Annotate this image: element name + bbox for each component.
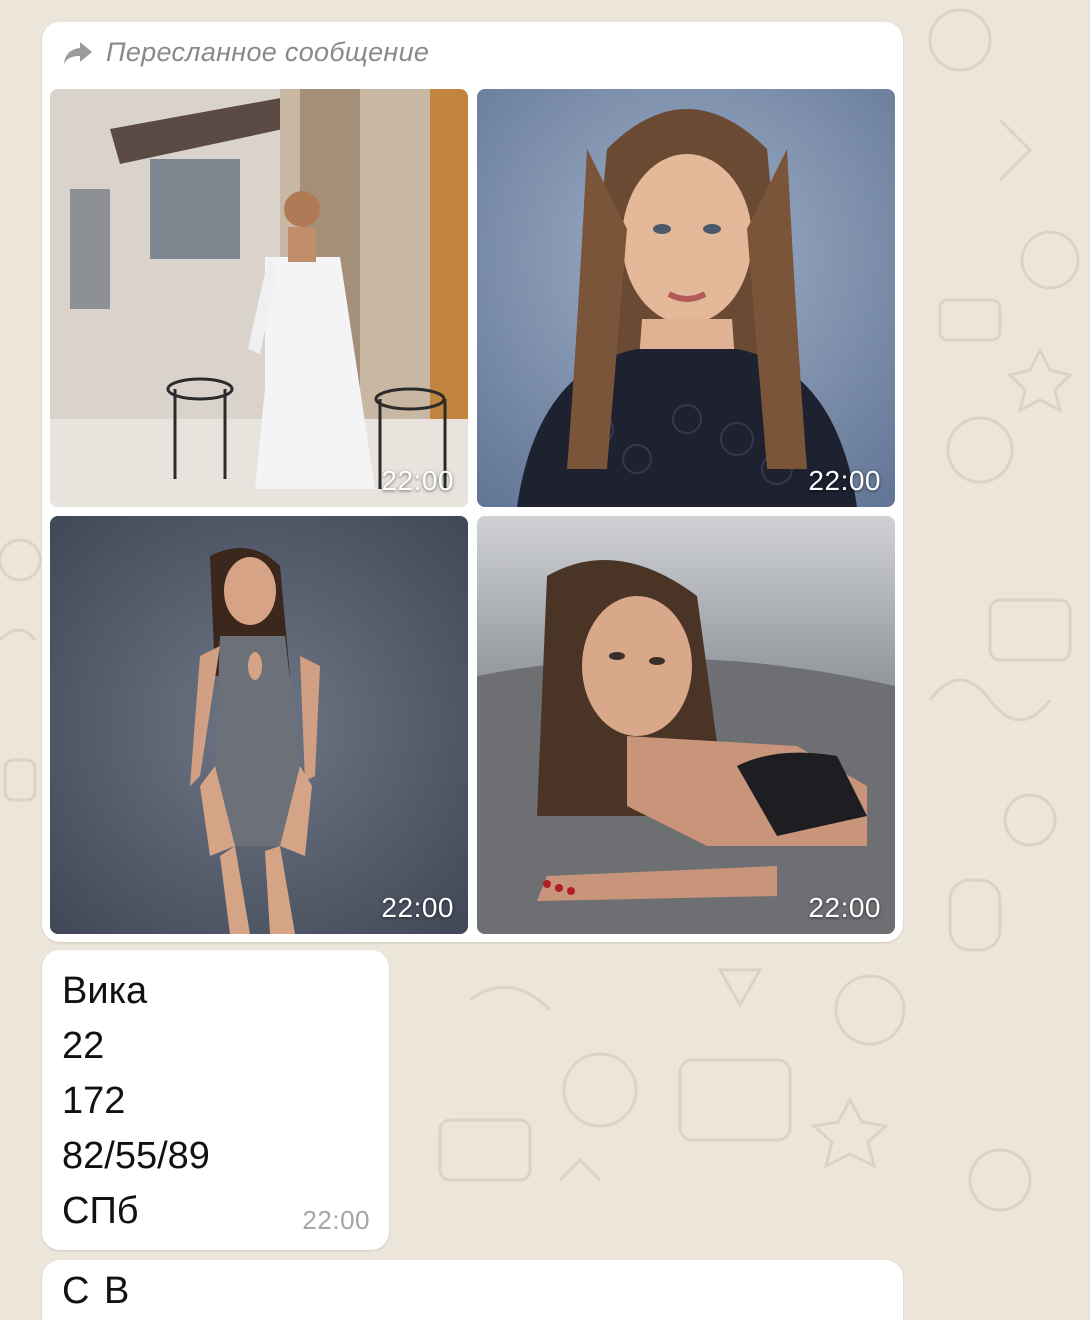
- message-line-city: СПб: [62, 1190, 139, 1232]
- album-photo-4[interactable]: 22:00: [477, 516, 895, 934]
- album-photo-3[interactable]: 22:00: [50, 516, 468, 934]
- photo-time: 22:00: [381, 465, 454, 496]
- album-photo-2[interactable]: 22:00: [477, 89, 895, 507]
- photo-time: 22:00: [808, 892, 881, 923]
- forwarded-label: Пересланное сообщение: [106, 37, 430, 67]
- message-text: Вика 22 172 82/55/89 СПб: [62, 964, 210, 1239]
- album-photo-1[interactable]: 22:00: [50, 89, 468, 507]
- message-line-name: Вика: [62, 970, 148, 1012]
- message-line-measurements: 82/55/89: [62, 1135, 210, 1177]
- photo-time: 22:00: [381, 892, 454, 923]
- photo-image: [50, 89, 468, 507]
- photo-time: 22:00: [808, 465, 881, 496]
- photo-image: [50, 516, 468, 934]
- forwarded-album-bubble[interactable]: Пересланное сообщение 22:00 22:00 22:00 …: [42, 22, 903, 942]
- photo-image: [477, 89, 895, 507]
- forwarded-header: Пересланное сообщение: [62, 37, 429, 68]
- photo-image: [477, 516, 895, 934]
- forward-arrow-icon: [64, 41, 92, 64]
- next-message-bubble[interactable]: С В: [42, 1260, 903, 1320]
- profile-message-bubble[interactable]: Вика 22 172 82/55/89 СПб 22:00: [42, 950, 389, 1250]
- next-message-text: С В: [62, 1270, 132, 1312]
- message-line-height: 172: [62, 1080, 126, 1122]
- message-line-age: 22: [62, 1025, 105, 1067]
- message-time: 22:00: [302, 1205, 370, 1235]
